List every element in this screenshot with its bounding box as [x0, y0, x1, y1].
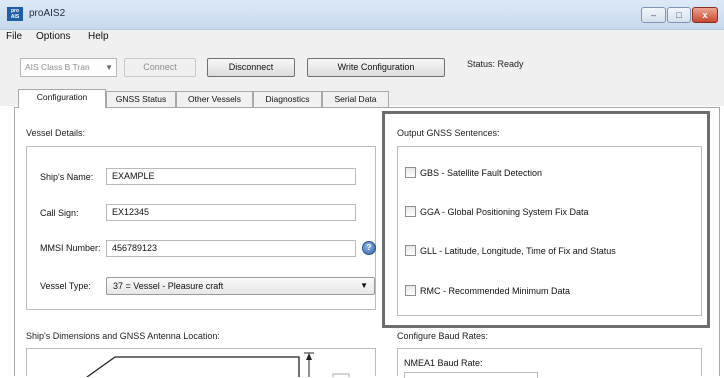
menu-options[interactable]: Options — [36, 31, 70, 42]
vessel-details-heading: Vessel Details: — [26, 128, 86, 138]
disconnect-button[interactable]: Disconnect — [207, 58, 295, 77]
chevron-down-icon: ▼ — [105, 63, 113, 72]
device-select[interactable]: AIS Class B Tran ▼ — [20, 58, 117, 77]
window-title: proAIS2 — [29, 8, 66, 19]
app-icon: pro AIS — [7, 7, 23, 21]
help-icon[interactable]: ? — [362, 241, 376, 255]
write-configuration-button[interactable]: Write Configuration — [307, 58, 445, 77]
menu-help[interactable]: Help — [88, 31, 109, 42]
dimensions-diagram — [26, 348, 376, 377]
baud-heading: Configure Baud Rates: — [397, 331, 489, 341]
nmea1-baud-select[interactable] — [404, 372, 538, 378]
tab-serial-data[interactable]: Serial Data — [322, 91, 389, 107]
dimensions-heading: Ship's Dimensions and GNSS Antenna Locat… — [26, 331, 220, 341]
chevron-down-icon: ▼ — [360, 281, 368, 290]
tab-diagnostics[interactable]: Diagnostics — [253, 91, 322, 107]
tab-other-vessels[interactable]: Other Vessels — [176, 91, 253, 107]
minimize-button[interactable]: – — [641, 7, 666, 23]
connect-button[interactable]: Connect — [124, 58, 196, 77]
maximize-button[interactable]: □ — [667, 7, 691, 23]
ship-outline-drawing — [86, 352, 350, 377]
call-sign-label: Call Sign: — [40, 208, 79, 218]
vessel-type-value: 37 = Vessel - Pleasure craft — [113, 281, 224, 291]
mmsi-label: MMSI Number: — [40, 243, 101, 253]
menu-file[interactable]: File — [6, 31, 22, 42]
highlight-frame — [382, 111, 710, 328]
close-button[interactable]: x — [692, 7, 718, 23]
vessel-type-select[interactable]: 37 = Vessel - Pleasure craft ▼ — [106, 277, 375, 295]
device-select-value: AIS Class B Tran — [25, 62, 90, 72]
mmsi-input[interactable]: 456789123 — [106, 240, 356, 257]
title-bar — [0, 0, 724, 30]
ships-name-label: Ship's Name: — [40, 172, 94, 182]
tab-gnss-status[interactable]: GNSS Status — [106, 91, 176, 107]
vessel-type-label: Vessel Type: — [40, 281, 91, 291]
tab-configuration[interactable]: Configuration — [18, 89, 106, 108]
ships-name-input[interactable]: EXAMPLE — [106, 168, 356, 185]
nmea1-baud-label: NMEA1 Baud Rate: — [404, 358, 483, 368]
status-text: Status: Ready — [467, 59, 524, 69]
call-sign-input[interactable]: EX12345 — [106, 204, 356, 221]
